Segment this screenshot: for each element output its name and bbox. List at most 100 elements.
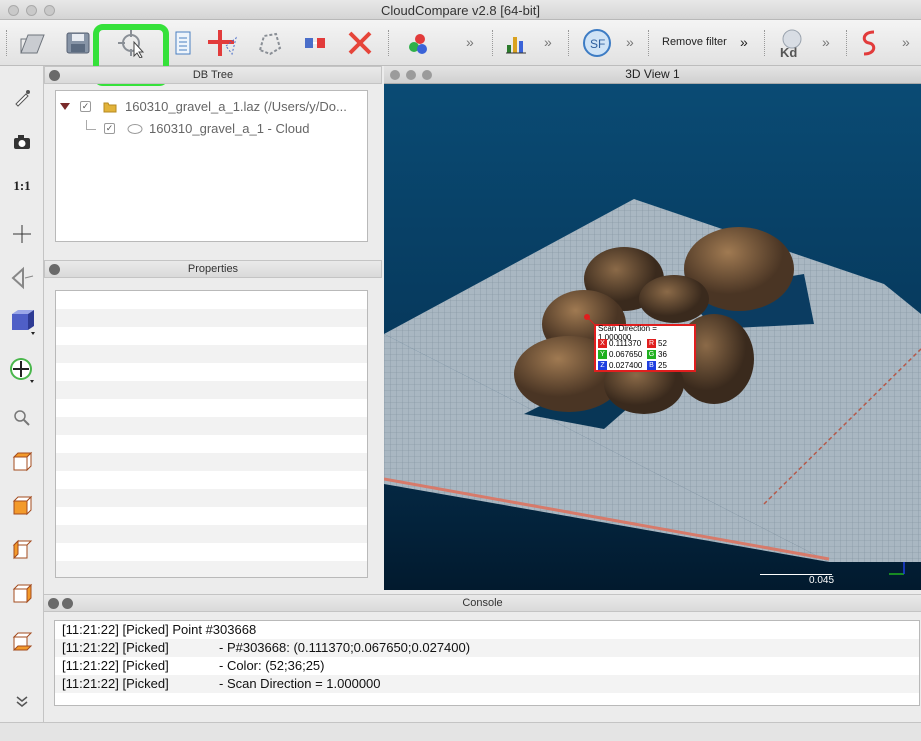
tree-item-label: 160310_gravel_a_1.laz (/Users/y/Do... [125,99,347,114]
db-tree[interactable]: ✓ 160310_gravel_a_1.laz (/Users/y/Do... … [55,90,368,242]
more-chevron[interactable]: » [466,34,474,50]
rotation-center-button[interactable] [8,356,36,384]
pivot-button[interactable] [8,220,36,248]
status-bar [0,722,921,741]
properties-table[interactable] [55,290,368,578]
sf-icon: SF [583,29,611,57]
console-message: - Color: (52;36;25) [219,658,325,673]
channel-tag: G [647,350,656,359]
console-log[interactable]: [11:21:22] [Picked] Point #303668 [11:21… [54,620,920,706]
channel-value: 25 [658,361,667,370]
list-icon [175,31,191,55]
add-point-button[interactable] [204,26,242,60]
light-button[interactable] [8,308,36,336]
more-chevron[interactable]: » [626,34,634,50]
perspective-button[interactable] [8,264,36,292]
view3d-header: 3D View 1 [384,66,921,84]
properties-title: Properties [187,263,239,275]
more-chevron[interactable]: » [822,34,830,50]
merge-icon [305,38,325,48]
console-line: [11:21:22] [Picked] Point #303668 [55,621,919,639]
panel-float-button[interactable] [49,264,60,275]
view3d-canvas[interactable]: Scan Direction = 1.000000 X 0.111370 R 5… [384,84,921,590]
double-chevron-down-icon [16,696,28,707]
histogram-button[interactable] [502,26,530,60]
scale-label: 0.045 [809,575,835,586]
view-bottom-button[interactable] [8,628,36,656]
toolbar-separator [6,30,8,56]
open-icon [20,34,45,54]
view-left-button[interactable] [8,536,36,564]
cube-face-icon [12,539,33,560]
console-prefix: [11:21:22] [Picked] [62,640,169,655]
console-message: - P#303668: (0.111370;0.067650;0.027400) [219,640,471,655]
picked-point-label[interactable]: Scan Direction = 1.000000 X 0.111370 R 5… [594,324,696,372]
toolbar-separator [648,30,650,56]
save-icon [66,32,90,54]
coord-value: 0.067650 [609,350,643,359]
panel-float-button[interactable] [49,70,60,81]
camera-button[interactable] [8,128,36,156]
pick-row-z: Z 0.027400 B 25 [598,360,692,371]
cloud-icon [127,123,143,134]
merge-button[interactable] [300,26,330,60]
s-curve-icon [862,30,876,56]
expand-toolbar-button[interactable] [8,692,36,712]
svg-text:Kd: Kd [780,45,797,59]
toolbar-separator [764,30,766,56]
delete-icon [348,31,372,55]
tree-item-file[interactable]: ✓ 160310_gravel_a_1.laz (/Users/y/Do... [60,99,347,114]
list-button[interactable] [172,26,194,60]
tree-item-cloud[interactable]: ✓ 160310_gravel_a_1 - Cloud [86,119,309,136]
console-prefix: [11:21:22] [Picked] [62,658,169,673]
console-message: - Scan Direction = 1.000000 [219,676,381,691]
segment-button[interactable] [252,26,286,60]
view-toolbar: 1:1 [0,66,44,722]
db-tree-header: DB Tree [44,66,382,84]
more-chevron[interactable]: » [740,34,748,50]
pipette-button[interactable] [8,84,36,112]
remove-filter-button[interactable]: Remove filter [662,36,727,48]
coord-value: 0.111370 [609,339,642,348]
tree-item-checkbox[interactable]: ✓ [80,101,91,112]
console-prefix: [11:21:22] [Picked] Point #303668 [62,622,257,637]
console-prefix: [11:21:22] [Picked] [62,676,169,691]
window-title: CloudCompare v2.8 [64-bit] [381,3,540,18]
segment-icon [258,32,282,56]
channel-value: 52 [658,339,667,348]
tree-item-checkbox[interactable]: ✓ [104,123,115,134]
color-button[interactable] [402,26,434,60]
view-close-button[interactable] [390,70,400,80]
properties-header: Properties [44,260,382,278]
kd-tree-button[interactable]: Kd [774,26,810,60]
expand-arrow-icon[interactable] [60,102,70,111]
view-minimize-button[interactable] [406,70,416,80]
view-back-button[interactable] [8,580,36,608]
console-title: Console [462,597,503,609]
zoom-button[interactable] [8,404,36,432]
pipette-icon [15,90,30,107]
pick-header: Scan Direction = 1.000000 [598,323,657,342]
scalar-field-button[interactable]: SF [578,26,616,60]
save-button[interactable] [62,26,94,60]
console-line: [11:21:22] [Picked] - Scan Direction = 1… [55,675,919,693]
delete-button[interactable] [342,26,378,60]
s-curve-button[interactable] [856,26,882,60]
panel-float-button[interactable] [62,598,73,609]
zoom-1-1-button[interactable]: 1:1 [8,172,36,200]
main-toolbar: » » SF » Remove filter » Kd » » [0,20,921,86]
cube-face-icon [12,632,33,651]
cube-face-icon [12,583,33,604]
toolbar-separator [492,30,494,56]
view-top-button[interactable] [8,448,36,476]
color-icon [409,34,427,54]
view-zoom-button[interactable] [422,70,432,80]
axis-tag: Y [598,350,607,359]
more-chevron[interactable]: » [902,34,910,50]
view-front-button[interactable] [8,492,36,520]
open-button[interactable] [16,26,50,60]
db-tree-title: DB Tree [192,69,234,81]
more-chevron[interactable]: » [544,34,552,50]
panel-close-button[interactable] [48,598,59,609]
plus-icon [13,225,31,243]
